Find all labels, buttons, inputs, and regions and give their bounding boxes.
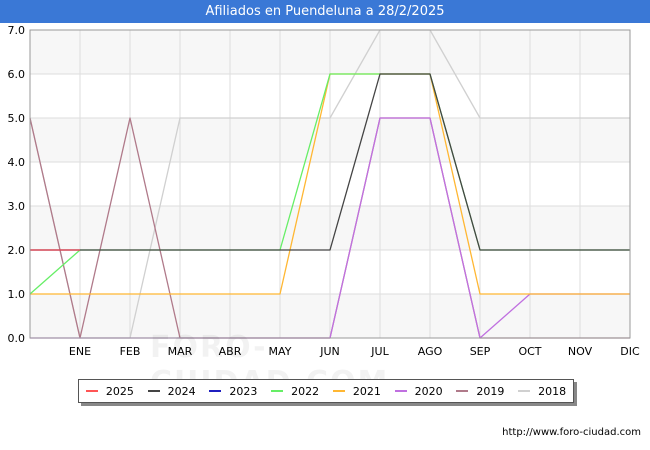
legend-label: 2023 [229,384,258,398]
legend-label: 2025 [105,384,134,398]
legend-item-2021: 2021 [332,384,381,398]
x-tick-label: OCT [518,345,541,358]
legend-item-2020: 2020 [394,384,443,398]
legend-item-2024: 2024 [147,384,196,398]
legend: 2025 2024 2023 2022 2021 2020 2019 2018 [78,379,574,403]
source-link[interactable]: http://www.foro-ciudad.com [502,427,641,438]
x-tick-label: NOV [568,345,593,358]
legend-item-2018: 2018 [518,385,566,398]
y-tick-label: 7.0 [8,24,26,37]
legend-label: 2022 [291,384,320,398]
x-tick-label: DIC [620,345,640,358]
y-tick-label: 6.0 [8,68,26,81]
legend-swatch [271,390,284,392]
x-tick-label: FEB [120,345,141,358]
y-tick-label: 0.0 [8,332,26,345]
y-tick-label: 2.0 [8,244,26,257]
legend-item-2019: 2019 [456,385,504,398]
legend-item-2025: 2025 [85,384,134,398]
legend-label: 2021 [352,384,381,398]
y-tick-labels: 0.0 1.0 2.0 3.0 4.0 5.0 6.0 7.0 [8,24,26,345]
legend-label: 2024 [167,384,196,398]
legend-swatch [85,390,98,392]
legend-item-2023: 2023 [209,385,257,398]
x-tick-label: ENE [69,345,91,358]
legend-swatch [209,390,222,392]
legend-label: 2020 [414,384,443,398]
y-tick-label: 5.0 [8,112,26,125]
legend-item-2022: 2022 [271,385,319,398]
legend-label: 2018 [538,384,567,398]
legend-swatch [332,390,345,392]
legend-swatch [394,390,407,392]
legend-swatch [456,390,469,392]
legend-swatch [518,390,531,392]
y-tick-label: 3.0 [8,200,26,213]
y-tick-label: 1.0 [8,288,26,301]
y-tick-label: 4.0 [8,156,26,169]
legend-label: 2019 [476,384,505,398]
legend-swatch [147,390,160,392]
